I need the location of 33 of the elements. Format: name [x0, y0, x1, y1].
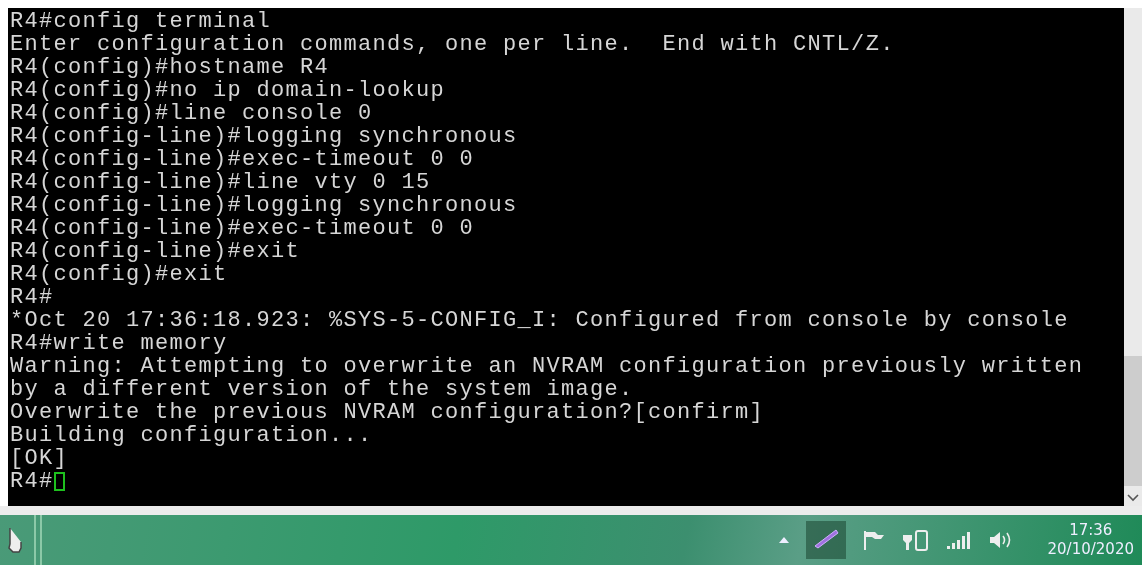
terminal-line: R4(config)#exit: [10, 263, 229, 286]
up-arrow-icon[interactable]: [777, 536, 790, 544]
terminal-line: R4(config)#hostname R4: [10, 56, 331, 79]
hand-icon[interactable]: [8, 526, 22, 554]
terminal-line: R4#write memory: [10, 332, 229, 355]
terminal-line: Building configuration...: [10, 424, 374, 447]
terminal-prompt: R4#: [10, 470, 54, 493]
terminal-line: R4(config)#no ip domain-lookup: [10, 79, 447, 102]
taskbar-grip[interactable]: [34, 515, 42, 565]
clock-date[interactable]: 20/10/2020: [1047, 540, 1134, 559]
terminal-line: Enter configuration commands, one per line. End with CNTL/Z.: [10, 33, 896, 56]
terminal-line: by a different version of the system image.: [10, 378, 635, 401]
signal-icon[interactable]: [945, 530, 972, 550]
terminal-line: Warning: Attempting to overwrite an NVRAM configuration previously written: [10, 355, 1085, 378]
flag-icon[interactable]: [861, 529, 886, 551]
terminal-line: *Oct 20 17:36:18.923: %SYS-5-CONFIG_I: Configured from console by console: [10, 309, 1070, 332]
chevron-down-icon[interactable]: [1127, 494, 1139, 502]
cursor: [53, 472, 65, 491]
terminal-line: [OK]: [10, 447, 69, 470]
terminal-line: R4(config-line)#line vty 0 15: [10, 171, 432, 194]
terminal-line: R4#config terminal: [10, 10, 273, 33]
terminal-line: R4(config-line)#exit: [10, 240, 302, 263]
terminal-line: R4#: [10, 286, 55, 309]
terminal-line: R4(config-line)#logging synchronous: [10, 125, 519, 148]
terminal-line: Overwrite the previous NVRAM configuration?[confirm]: [10, 401, 766, 424]
terminal-line: R4(config)#line console 0: [10, 102, 374, 125]
scrollbar[interactable]: [1124, 8, 1142, 506]
clock-time[interactable]: 17:36: [1069, 521, 1113, 540]
terminal-line: R4(config-line)#logging synchronous: [10, 194, 519, 217]
power-battery-icon[interactable]: [901, 528, 930, 552]
terminal-line: R4(config-line)#exec-timeout 0 0: [10, 148, 476, 171]
scrollbar-thumb[interactable]: [1124, 356, 1142, 486]
terminal-line: R4(config-line)#exec-timeout 0 0: [10, 217, 476, 240]
